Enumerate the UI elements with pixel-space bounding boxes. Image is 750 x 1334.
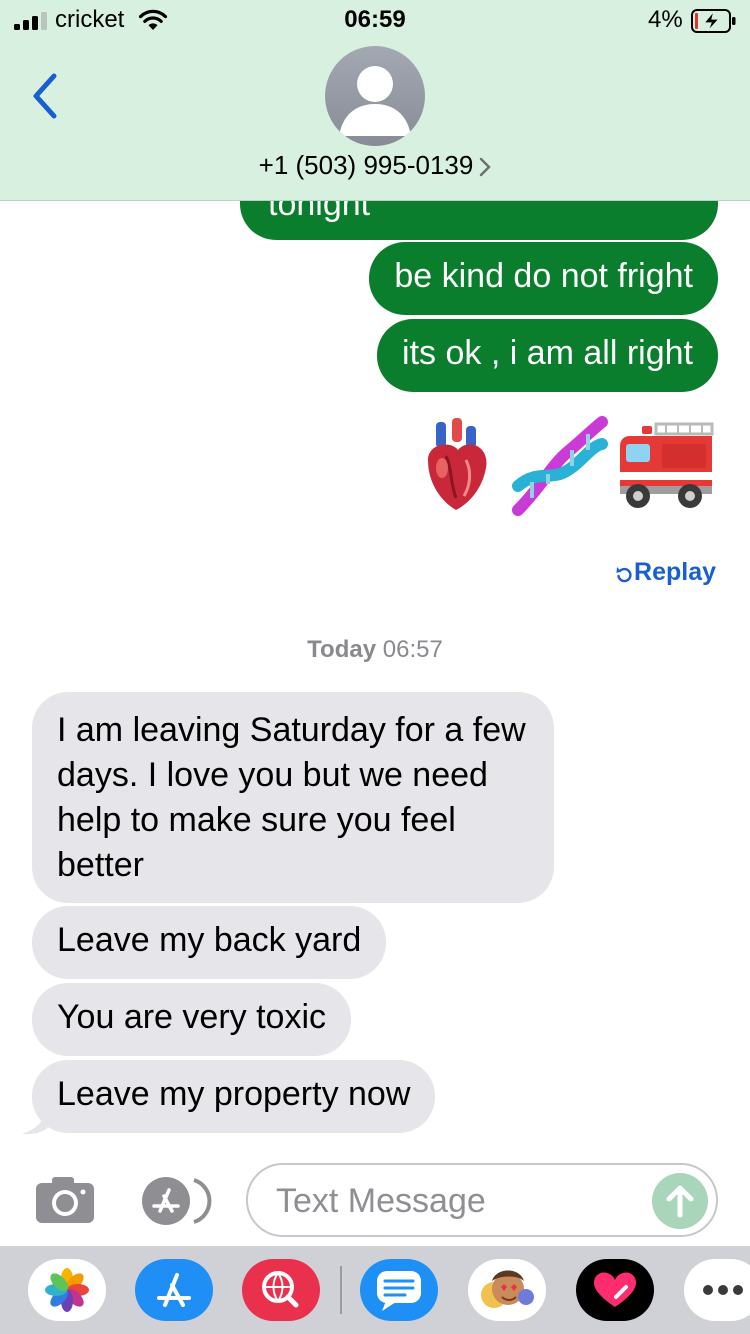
globe-search-icon: [262, 1271, 299, 1308]
back-chevron-icon[interactable]: [30, 72, 60, 120]
drawer-divider: [340, 1266, 342, 1314]
contact-phone-number: +1 (503) 995-0139: [258, 150, 474, 180]
dna-icon: [512, 416, 608, 516]
app-store-app[interactable]: [135, 1259, 213, 1321]
chevron-right-icon: [480, 157, 492, 177]
received-message[interactable]: You are very toxic: [32, 983, 351, 1056]
messages-extension-app[interactable]: [360, 1259, 438, 1321]
digital-touch-app[interactable]: [576, 1259, 654, 1321]
text-message-input[interactable]: [274, 1175, 638, 1227]
app-store-apps-icon[interactable]: [136, 1176, 216, 1226]
sent-message[interactable]: its ok , i am all right: [377, 319, 718, 392]
camera-icon[interactable]: [34, 1175, 96, 1225]
emoji-message[interactable]: [416, 416, 716, 516]
person-silhouette-icon: [339, 66, 411, 136]
message-input-field[interactable]: [246, 1163, 718, 1237]
conversation-header: cricket 06:59 4% +1 (503) 995-0139: [0, 0, 750, 201]
arrow-up-icon: [666, 1185, 694, 1218]
battery-charging-icon: [691, 9, 736, 33]
anatomical-heart-icon: [428, 418, 487, 510]
bubble-tail: [22, 1104, 50, 1135]
photos-icon: [45, 1268, 89, 1312]
ellipsis-icon: [703, 1285, 743, 1295]
status-time: 06:59: [344, 6, 406, 33]
message-lines-icon: [377, 1271, 421, 1311]
message-timestamp: Today 06:57: [307, 636, 443, 663]
received-message[interactable]: Leave my back yard: [32, 906, 387, 979]
received-message[interactable]: I am leaving Saturday for a few days. I …: [32, 692, 554, 903]
contact-avatar[interactable]: [325, 46, 425, 146]
status-bar: cricket 06:59 4%: [0, 0, 750, 44]
contact-name[interactable]: +1 (503) 995-0139: [0, 150, 750, 181]
send-button[interactable]: [652, 1173, 708, 1229]
imessage-app-drawer: [0, 1246, 750, 1334]
sent-message[interactable]: be kind do not fright: [369, 242, 718, 315]
fire-engine-icon: [620, 422, 714, 508]
photos-app[interactable]: [28, 1259, 106, 1321]
replay-button[interactable]: Replay: [616, 558, 716, 587]
replay-icon: [616, 567, 632, 583]
app-store-icon: [157, 1273, 191, 1307]
heart-touch-icon: [594, 1272, 636, 1307]
memoji-icon: [481, 1270, 534, 1308]
memoji-app[interactable]: [468, 1259, 546, 1321]
received-message[interactable]: Leave my property now: [32, 1060, 436, 1133]
battery-percent: 4%: [648, 6, 683, 33]
more-apps-button[interactable]: [684, 1259, 750, 1321]
web-search-app[interactable]: [242, 1259, 320, 1321]
